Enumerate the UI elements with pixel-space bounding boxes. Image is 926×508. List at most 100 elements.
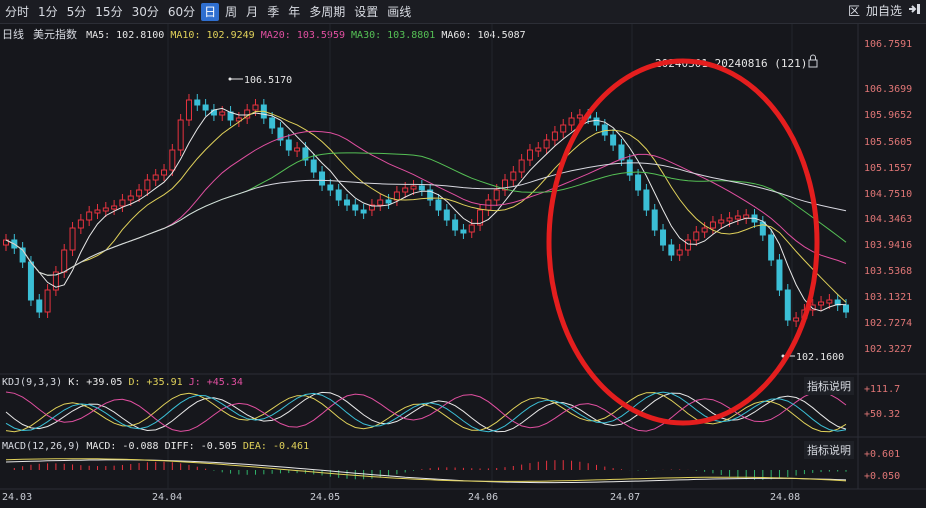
macd-help-button[interactable]: 指标说明 xyxy=(804,441,854,459)
candle xyxy=(784,289,791,321)
candle xyxy=(294,147,301,152)
candle xyxy=(310,159,317,173)
candle xyxy=(726,217,733,222)
price-tick: 105.5605 xyxy=(864,137,912,148)
candle xyxy=(194,99,201,106)
candle xyxy=(44,289,51,313)
price-tick: 103.9416 xyxy=(864,240,912,251)
price-tick: 105.1557 xyxy=(864,163,912,174)
macd-legend: MACD(12,26,9) MACD: -0.088 DIFF: -0.505 … xyxy=(2,441,310,452)
candle xyxy=(377,199,384,206)
candle xyxy=(152,174,159,181)
candle xyxy=(327,184,334,191)
candle xyxy=(61,249,68,273)
candle xyxy=(743,214,750,219)
ma30-line xyxy=(5,152,847,276)
x-tick: 24.08 xyxy=(770,492,801,503)
candle xyxy=(77,219,84,229)
candle xyxy=(518,159,525,173)
candle xyxy=(468,224,475,233)
x-tick: 24.03 xyxy=(2,492,33,503)
candle xyxy=(27,261,34,301)
kdj-tick: +111.7 xyxy=(864,384,900,395)
candle xyxy=(185,99,192,121)
x-tick: 24.04 xyxy=(152,492,183,503)
candle xyxy=(593,117,600,126)
candle xyxy=(285,139,292,151)
kdj-legend: KDJ(9,3,3) K: +39.05 D: +35.91 J: +45.34 xyxy=(2,377,243,388)
lock-icon[interactable] xyxy=(808,54,818,68)
x-tick: 24.06 xyxy=(468,492,499,503)
candle xyxy=(144,179,151,191)
macd-tick: +0.601 xyxy=(864,449,900,460)
candle xyxy=(660,229,667,246)
price-tick: 103.1321 xyxy=(864,292,912,303)
candle xyxy=(826,299,833,304)
candle xyxy=(410,185,417,190)
candle xyxy=(169,149,176,171)
candle xyxy=(493,189,500,201)
candle xyxy=(793,317,800,322)
annotation-ellipse xyxy=(546,58,820,426)
macd-dea-line xyxy=(5,458,847,482)
candle xyxy=(776,259,783,291)
candle xyxy=(768,234,775,261)
price-tick: 104.7510 xyxy=(864,189,912,200)
candle xyxy=(510,171,517,181)
candle xyxy=(202,104,209,111)
candle xyxy=(843,304,849,313)
candle xyxy=(69,227,76,251)
x-tick: 24.07 xyxy=(610,492,641,503)
candle xyxy=(709,221,716,229)
high-marker: 106.5170 xyxy=(228,75,292,86)
kdj-help-button[interactable]: 指标说明 xyxy=(804,377,854,395)
candle xyxy=(210,109,217,116)
candle xyxy=(418,185,425,191)
candle xyxy=(759,221,766,236)
candle xyxy=(676,249,683,256)
candle xyxy=(443,209,450,221)
candle xyxy=(610,134,617,146)
price-tick: 106.7591 xyxy=(864,39,912,50)
candle xyxy=(560,124,567,133)
candle xyxy=(352,204,359,211)
candle xyxy=(618,144,625,161)
candle xyxy=(818,301,825,306)
candle xyxy=(102,207,109,212)
candle xyxy=(161,169,168,176)
low-value: 102.1600 xyxy=(796,352,844,363)
price-tick: 103.5368 xyxy=(864,266,912,277)
candle xyxy=(177,119,184,151)
price-axis: 106.7591 106.3699 105.9652 105.5605 105.… xyxy=(864,39,912,355)
kdj-tick: +50.32 xyxy=(864,409,900,420)
price-tick: 102.3227 xyxy=(864,344,912,355)
macd-tick: +0.050 xyxy=(864,471,900,482)
candle xyxy=(701,227,708,233)
candle xyxy=(36,299,43,313)
candle xyxy=(94,209,101,214)
candle xyxy=(252,104,259,111)
candle xyxy=(86,211,93,221)
candle xyxy=(319,171,326,186)
x-tick: 24.05 xyxy=(310,492,341,503)
candle xyxy=(526,149,533,161)
candle xyxy=(335,189,342,201)
candle xyxy=(718,219,725,224)
macd-axis: +0.601 +0.050 xyxy=(864,449,900,482)
ma5-line xyxy=(5,107,847,312)
kline-chart[interactable]: 20240301-20240816 (121) 106.5170 102.160… xyxy=(0,0,926,508)
candle xyxy=(219,111,226,116)
kdj-d-line xyxy=(5,392,847,433)
ma10-line xyxy=(5,110,847,303)
candle xyxy=(343,199,350,206)
candle xyxy=(543,139,550,149)
candle xyxy=(551,131,558,141)
candle xyxy=(460,229,467,234)
candle xyxy=(668,244,675,256)
high-value: 106.5170 xyxy=(244,75,292,86)
candle xyxy=(402,187,409,193)
candle xyxy=(452,219,459,231)
candle xyxy=(576,114,583,119)
candle xyxy=(136,189,143,197)
candle xyxy=(693,231,700,241)
